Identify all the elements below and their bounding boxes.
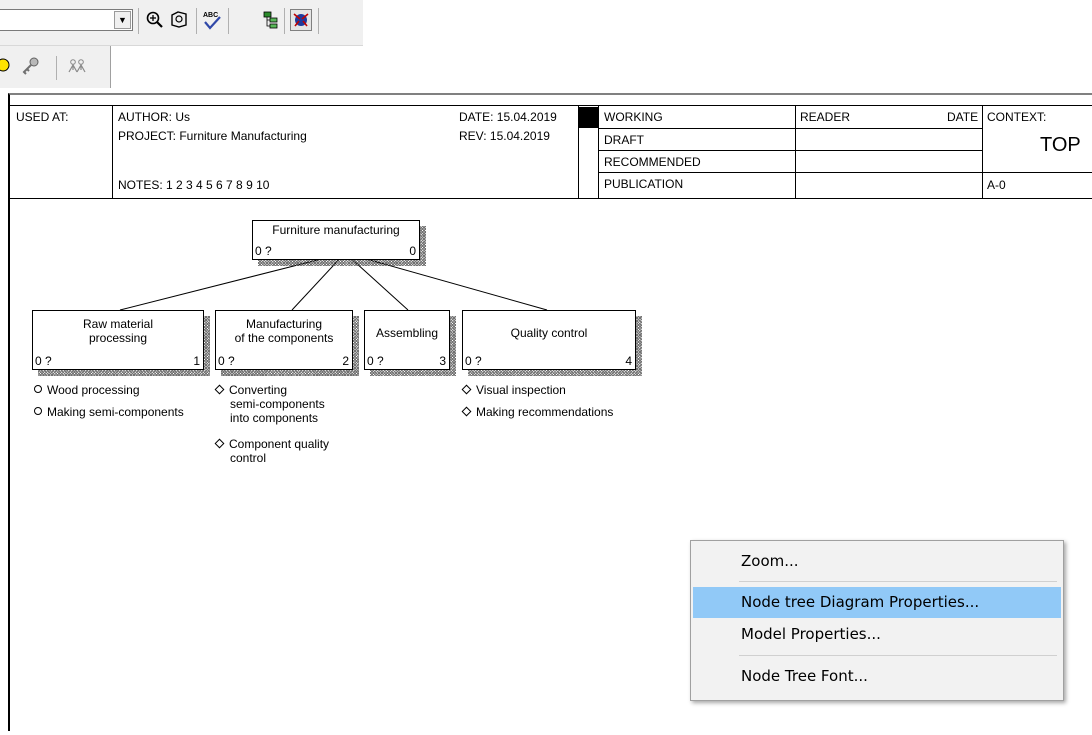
menu-separator <box>739 655 1057 656</box>
menu-item-zoom[interactable]: Zoom... <box>693 546 1061 577</box>
menu-item-node-tree-font[interactable]: Node Tree Font... <box>693 661 1061 692</box>
node-cost: 0 ? <box>218 354 235 368</box>
node-raw-material-processing[interactable]: Raw material processing 0 ? 1 <box>32 310 204 370</box>
node-furniture-manufacturing[interactable]: Furniture manufacturing 0 ? 0 <box>252 220 420 260</box>
node-label: Assembling <box>375 326 439 340</box>
note-text: Making recommendations <box>476 405 614 419</box>
chevron-down-icon[interactable]: ▼ <box>114 11 131 29</box>
node-number: 4 <box>625 354 632 368</box>
diamond-icon <box>214 438 225 449</box>
list-item: Component quality <box>214 437 330 451</box>
menu-item-node-tree-diagram-properties[interactable]: Node tree Diagram Properties... <box>693 587 1061 618</box>
menu-separator <box>739 581 1057 582</box>
spell-check-icon[interactable]: ABC <box>201 9 223 31</box>
node-label: of the components <box>234 331 334 345</box>
bullet-icon <box>34 407 42 415</box>
note-text: Converting <box>229 383 288 397</box>
node-quality-control[interactable]: Quality control 0 ? 4 <box>462 310 636 370</box>
node-number: 3 <box>439 354 446 368</box>
node-cost: 0 ? <box>35 354 52 368</box>
list-item: Wood processing <box>34 383 140 397</box>
model-combo[interactable]: ▼ <box>0 9 133 31</box>
note-continuation: control <box>230 451 267 465</box>
svg-text:ABC: ABC <box>203 12 218 19</box>
node-cost: 0 ? <box>367 354 384 368</box>
toolbar-top: ▼ ABC <box>0 0 363 46</box>
zoom-in-icon[interactable] <box>144 9 166 31</box>
note-text: Wood processing <box>47 383 140 397</box>
node-label: Manufacturing <box>245 317 323 331</box>
diamond-icon <box>461 384 472 395</box>
people-icon[interactable] <box>66 55 88 77</box>
node-cost: 0 ? <box>465 354 482 368</box>
toolbar-divider <box>228 8 229 34</box>
note-text: Component quality <box>229 437 330 451</box>
node-manufacturing-components[interactable]: Manufacturing of the components 0 ? 2 <box>215 310 353 370</box>
node-assembling[interactable]: Assembling 0 ? 3 <box>364 310 450 370</box>
list-item: Making semi-components <box>34 405 184 419</box>
key-icon[interactable] <box>20 55 42 77</box>
bullet-icon <box>34 385 42 393</box>
zoom-fit-icon[interactable] <box>168 9 190 31</box>
toolbar-divider <box>196 8 197 34</box>
list-item: Making recommendations <box>461 405 614 419</box>
toolbar-divider <box>284 8 285 34</box>
menu-item-model-properties[interactable]: Model Properties... <box>693 619 1061 650</box>
diamond-icon <box>214 384 225 395</box>
toolbar-divider <box>138 8 139 34</box>
toolbar-second <box>0 46 111 88</box>
note-continuation: semi-components <box>230 397 325 411</box>
node-number: 0 <box>409 244 416 258</box>
bulb-icon[interactable] <box>0 55 14 77</box>
list-item: Converting <box>214 383 288 397</box>
note-text: Making semi-components <box>47 405 184 419</box>
node-label: Quality control <box>510 326 588 340</box>
diamond-icon <box>461 406 472 417</box>
note-text: Visual inspection <box>476 383 566 397</box>
model-explorer-icon[interactable] <box>290 9 312 31</box>
list-item: Visual inspection <box>461 383 566 397</box>
toolbar-divider <box>56 56 57 80</box>
node-number: 1 <box>193 354 200 368</box>
node-cost: 0 ? <box>255 244 272 258</box>
toolbar-divider <box>318 8 319 34</box>
note-continuation: into components <box>230 411 319 425</box>
node-number: 2 <box>342 354 349 368</box>
node-label: Furniture manufacturing <box>272 223 400 237</box>
node-tree-icon[interactable] <box>260 9 282 31</box>
node-label: Raw material <box>82 317 154 331</box>
context-menu: Zoom... Node tree Diagram Properties... … <box>690 540 1064 701</box>
node-label: processing <box>88 331 148 345</box>
